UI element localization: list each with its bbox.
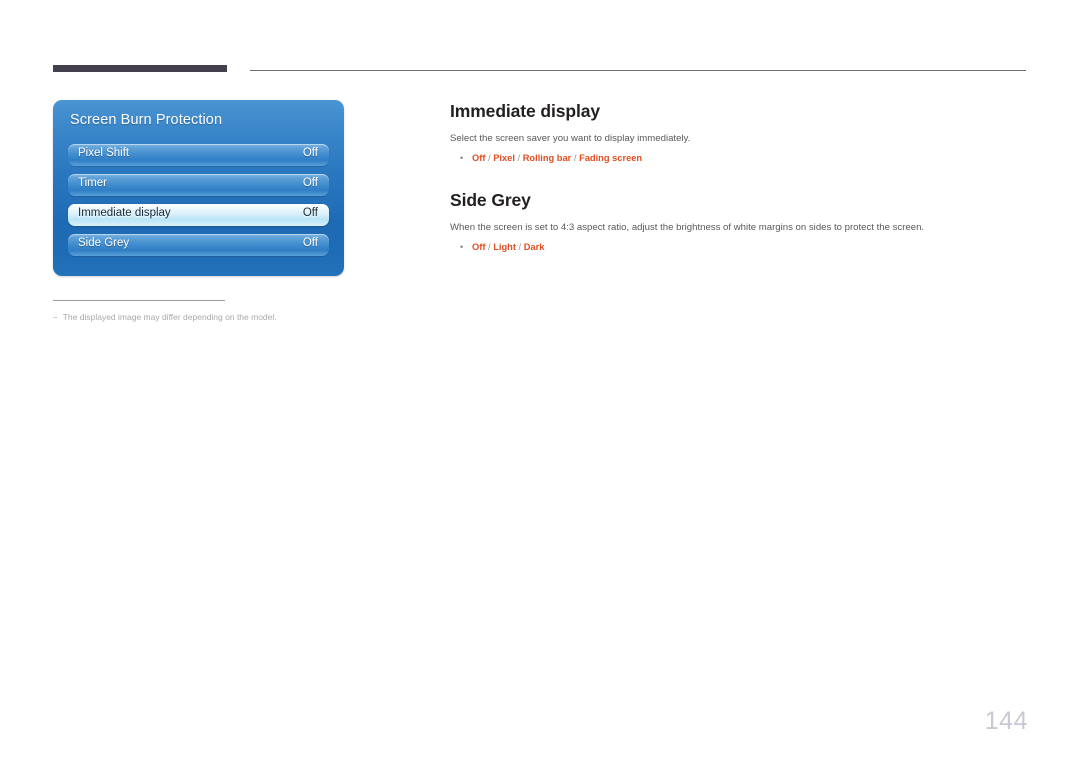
option-separator: / [517,153,521,163]
option-value: Fading screen [579,153,643,163]
option-value: Off [472,242,486,252]
osd-row-value: Off [302,207,318,219]
page-number: 144 [984,707,1028,735]
option-list-row: • Off / Pixel / Rolling bar / Fading scr… [450,152,1030,165]
option-separator: / [488,153,491,163]
section-side-grey: Side Grey When the screen is set to 4:3 … [450,189,1030,254]
header-divider-line [250,70,1026,71]
option-value: Dark [523,242,545,252]
footnote-block: – The displayed image may differ dependi… [53,300,373,323]
osd-row-immediate-display[interactable]: Immediate display Off [68,204,329,226]
option-separator: / [573,153,577,163]
section-title: Side Grey [450,190,531,210]
footnote-dash-icon: – [53,312,58,322]
osd-row-value: Off [302,237,318,249]
option-list-immediate-display: Off / Pixel / Rolling bar / Fading scree… [472,152,642,165]
option-value: Rolling bar [522,153,572,163]
osd-row-side-grey[interactable]: Side Grey Off [68,234,329,256]
osd-row-value: Off [302,147,318,159]
osd-menu-title: Screen Burn Protection [70,112,223,128]
option-list-row: • Off / Light / Dark [450,241,1030,254]
osd-row-label: Timer [78,177,107,189]
osd-row-label: Pixel Shift [78,147,130,159]
osd-row-value: Off [302,177,318,189]
section-description: Select the screen saver you want to disp… [450,133,691,144]
osd-row-timer[interactable]: Timer Off [68,174,329,196]
main-content: Immediate display Select the screen save… [450,100,1030,254]
footnote-row: – The displayed image may differ dependi… [53,311,373,323]
option-value: Off [472,153,486,163]
osd-row-label: Side Grey [78,237,130,249]
bullet-marker-icon: • [460,242,464,252]
page-title: Immediate display [450,101,601,121]
osd-menu-rows: Pixel Shift Off Timer Off Immediate disp… [68,144,329,256]
footnote-divider [53,300,225,301]
bullet-marker-icon: • [460,153,464,163]
section-description: When the screen is set to 4:3 aspect rat… [450,222,925,233]
page-header [0,0,1080,80]
option-list-side-grey: Off / Light / Dark [472,241,544,254]
header-accent-bar [53,65,227,72]
osd-row-pixel-shift[interactable]: Pixel Shift Off [68,144,329,166]
section-immediate-display: Immediate display Select the screen save… [450,100,1030,165]
option-value: Light [493,242,516,252]
osd-row-label: Immediate display [78,207,171,219]
footnote-text: The displayed image may differ depending… [62,312,277,322]
option-separator: / [488,242,491,252]
osd-menu-panel: Screen Burn Protection Pixel Shift Off T… [53,100,344,276]
option-separator: / [518,242,522,252]
option-value: Pixel [493,153,515,163]
